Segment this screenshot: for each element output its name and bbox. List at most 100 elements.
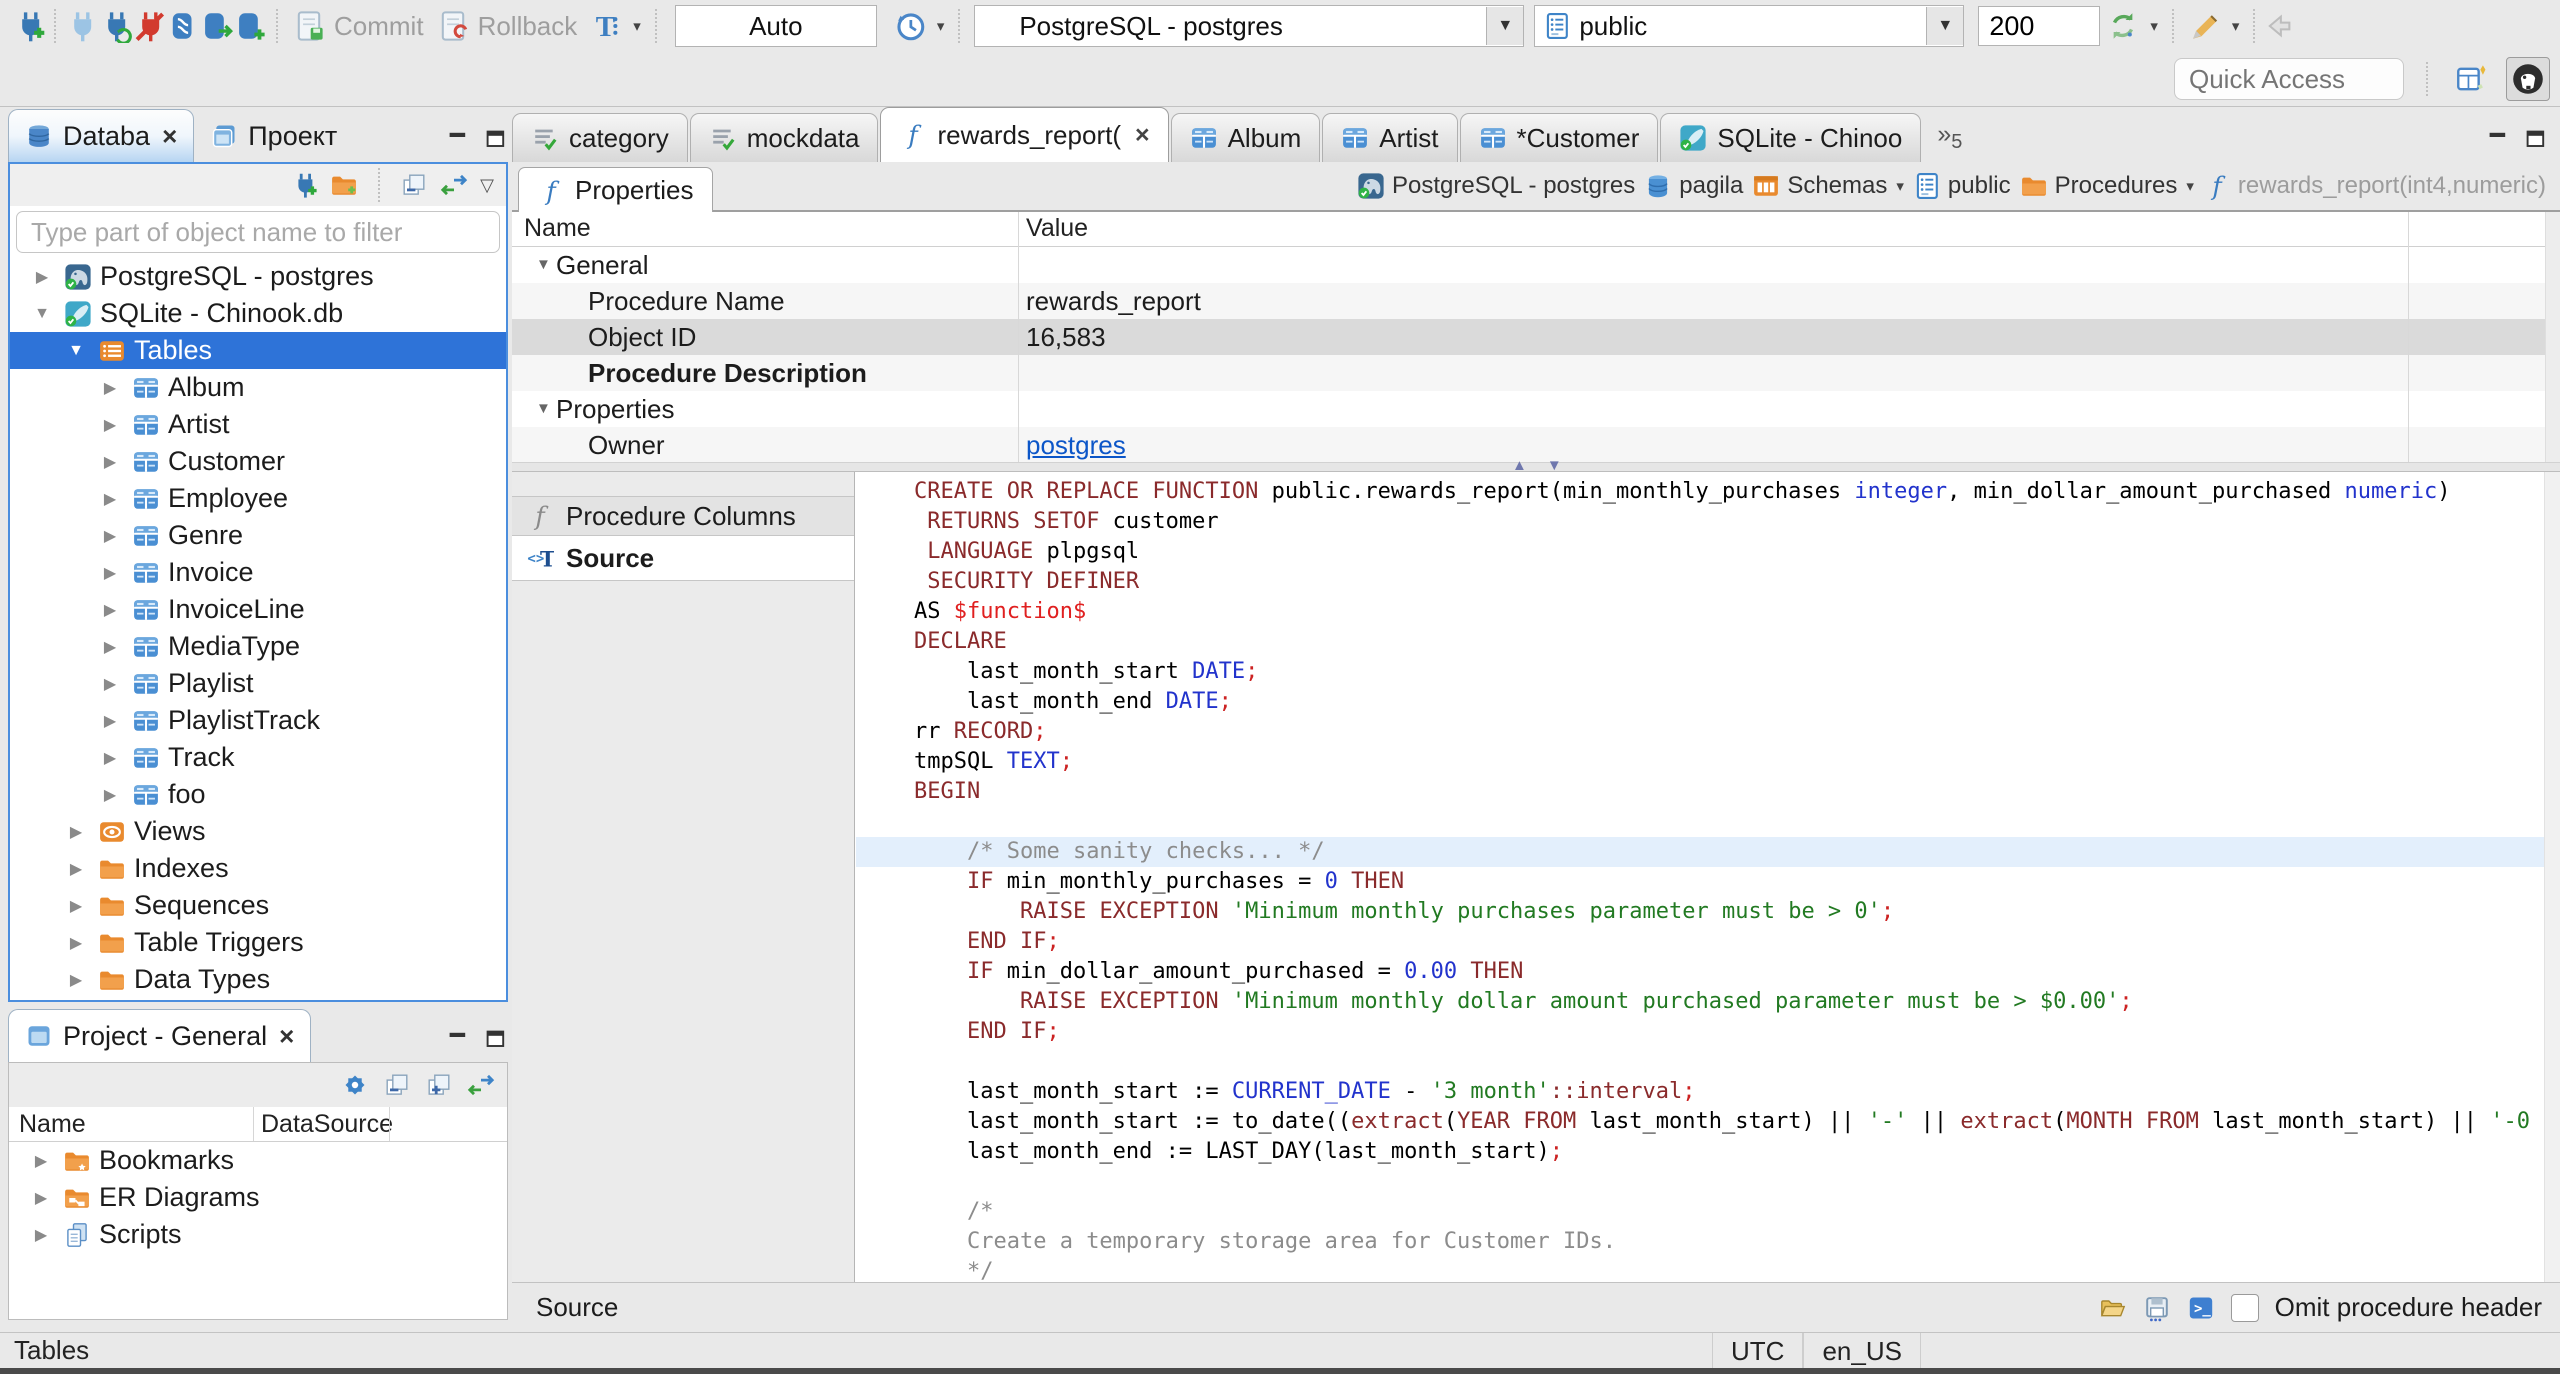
expand-arrow-icon[interactable]: ▶	[96, 452, 124, 472]
editor-tab-sqlite-chinoo[interactable]: SQLite - Chinoo	[1660, 113, 1922, 162]
close-icon[interactable]: ×	[1135, 121, 1150, 150]
collapse-arrow-icon[interactable]: ▼	[536, 400, 551, 417]
tree-item-artist[interactable]: ▶ Artist	[10, 406, 506, 443]
tree-item-sqlite-chinook-db[interactable]: ▼ SQLite - Chinook.db	[10, 295, 506, 332]
minimize-icon[interactable]	[2486, 128, 2510, 152]
transaction-log-button[interactable]: ▾	[893, 9, 945, 43]
chevron-down-icon[interactable]: ▾	[633, 17, 641, 35]
save-icon[interactable]	[2143, 1294, 2171, 1322]
close-icon[interactable]: ×	[162, 121, 177, 152]
tree-item-genre[interactable]: ▶ Genre	[10, 517, 506, 554]
reconnect-icon[interactable]	[98, 9, 132, 43]
tree-item-customer[interactable]: ▶ Customer	[10, 443, 506, 480]
tab-projects[interactable]: Проект	[194, 110, 353, 162]
editor-tab-category[interactable]: category	[512, 113, 688, 162]
expand-arrow-icon[interactable]: ▶	[96, 785, 124, 805]
expand-arrow-icon[interactable]: ▶	[62, 859, 90, 879]
breadcrumb-item-postgresql-postgres[interactable]: PostgreSQL - postgres	[1357, 172, 1635, 200]
expand-arrow-icon[interactable]: ▶	[96, 378, 124, 398]
tree-item-views[interactable]: ▶ Views	[10, 813, 506, 850]
breadcrumb-item-rewards-report-int4-numeric[interactable]: f rewards_report(int4,numeric)	[2203, 172, 2546, 200]
chevron-down-icon[interactable]: ▾	[937, 17, 945, 35]
expand-arrow-icon[interactable]: ▶	[96, 563, 124, 583]
expand-arrow-icon[interactable]: ▶	[62, 970, 90, 990]
tree-item-table-triggers[interactable]: ▶ Table Triggers	[10, 924, 506, 961]
open-perspective-button[interactable]	[2450, 58, 2492, 100]
sql-source-editor[interactable]: CREATE OR REPLACE FUNCTION public.reward…	[856, 472, 2560, 1282]
tree-item-indexes[interactable]: ▶ Indexes	[10, 850, 506, 887]
new-sql-editor-icon[interactable]	[234, 9, 268, 43]
minimize-icon[interactable]	[446, 128, 470, 152]
sql-editor-icon[interactable]	[166, 9, 200, 43]
collapse-arrow-icon[interactable]: ▼	[536, 256, 551, 273]
property-value[interactable]: postgres	[1026, 430, 1126, 461]
expand-arrow-icon[interactable]: ▶	[96, 415, 124, 435]
chevron-down-icon[interactable]: ▾	[2150, 17, 2158, 35]
tree-item-sequences[interactable]: ▶ Sequences	[10, 887, 506, 924]
dbeaver-perspective-button[interactable]	[2506, 57, 2550, 101]
property-row-procedure-name[interactable]: Procedure Name rewards_report	[512, 283, 2560, 319]
gear-icon[interactable]	[341, 1071, 369, 1099]
chevron-down-icon[interactable]: ▾	[2186, 177, 2194, 195]
collapse-all-icon[interactable]	[383, 1071, 411, 1099]
tab-database-navigator[interactable]: Databa ×	[8, 109, 195, 162]
expand-arrow-icon[interactable]: ▶	[62, 896, 90, 916]
console-icon[interactable]: >_	[2187, 1294, 2215, 1322]
tree-item-playlisttrack[interactable]: ▶ PlaylistTrack	[10, 702, 506, 739]
collapse-all-icon[interactable]	[400, 171, 428, 199]
new-connection-icon[interactable]	[290, 171, 318, 199]
breadcrumb-item-schemas[interactable]: Schemas ▾	[1752, 172, 1904, 200]
breadcrumb-item-procedures[interactable]: Procedures ▾	[2020, 172, 2194, 200]
breadcrumb-item-public[interactable]: public	[1913, 172, 2011, 200]
tree-item-foo[interactable]: ▶ foo	[10, 776, 506, 813]
tree-item-postgresql-postgres[interactable]: ▶ PostgreSQL - postgres	[10, 258, 506, 295]
link-with-editor-icon[interactable]	[440, 171, 468, 199]
dropdown-arrow-icon[interactable]: ▼	[1926, 7, 1964, 45]
column-header-datasource[interactable]: DataSource	[261, 1110, 393, 1139]
tree-item-invoice[interactable]: ▶ Invoice	[10, 554, 506, 591]
column-divider[interactable]	[389, 1107, 390, 1141]
tab-properties[interactable]: f Properties	[518, 167, 713, 213]
project-item-bookmarks[interactable]: ▶ Bookmarks	[9, 1142, 507, 1179]
owner-link[interactable]: postgres	[1026, 430, 1126, 460]
editor-tab-mockdata[interactable]: mockdata	[689, 113, 879, 162]
expand-arrow-icon[interactable]: ▶	[96, 674, 124, 694]
expand-arrow-icon[interactable]: ▶	[27, 1151, 55, 1171]
scrollbar[interactable]	[2545, 212, 2560, 462]
project-item-er-diagrams[interactable]: ▶ ER Diagrams	[9, 1179, 507, 1216]
minimize-icon[interactable]	[446, 1028, 470, 1052]
transaction-mode-button[interactable]: T ▾	[589, 9, 641, 43]
tree-item-tables[interactable]: ▼ Tables	[10, 332, 506, 369]
horizontal-splitter[interactable]: ▲ ▼	[512, 457, 2560, 474]
new-connection-icon[interactable]	[12, 9, 46, 43]
editor-tab-artist[interactable]: Artist	[1322, 113, 1458, 162]
view-menu-icon[interactable]: ▽	[480, 175, 494, 196]
breadcrumb-item-pagila[interactable]: pagila	[1644, 172, 1743, 200]
commit-button[interactable]: Commit	[292, 9, 424, 43]
editor-tab-album[interactable]: Album	[1170, 113, 1321, 162]
side-tab-procedure-columns[interactable]: f Procedure Columns	[512, 496, 854, 536]
tree-item-playlist[interactable]: ▶ Playlist	[10, 665, 506, 702]
open-sql-script-icon[interactable]	[200, 9, 234, 43]
expand-arrow-icon[interactable]: ▶	[28, 267, 56, 287]
side-tab-source[interactable]: <>T Source	[512, 536, 854, 581]
expand-arrow-icon[interactable]: ▶	[96, 711, 124, 731]
expand-arrow-icon[interactable]: ▶	[96, 637, 124, 657]
column-divider[interactable]	[1018, 212, 1019, 462]
tree-item-invoiceline[interactable]: ▶ InvoiceLine	[10, 591, 506, 628]
disconnect-icon[interactable]	[132, 9, 166, 43]
column-divider[interactable]	[253, 1107, 254, 1141]
collapse-arrow-icon[interactable]: ▼	[62, 342, 90, 360]
scrollbar[interactable]	[2544, 472, 2560, 1282]
maximize-icon[interactable]	[484, 1028, 508, 1052]
fetch-size-input[interactable]	[1978, 6, 2101, 46]
expand-arrow-icon[interactable]: ▶	[96, 600, 124, 620]
active-connection-combo[interactable]: PostgreSQL - postgres ▼	[974, 5, 1525, 47]
expand-arrow-icon[interactable]: ▶	[62, 933, 90, 953]
active-schema-combo[interactable]: public ▼	[1534, 5, 1965, 47]
column-header-name[interactable]: Name	[19, 1110, 86, 1139]
chevron-down-icon[interactable]: ▾	[1896, 177, 1904, 195]
property-row-general[interactable]: ▼ General	[512, 247, 2560, 283]
property-row-object-id[interactable]: Object ID 16,583	[512, 319, 2560, 355]
tree-item-album[interactable]: ▶ Album	[10, 369, 506, 406]
